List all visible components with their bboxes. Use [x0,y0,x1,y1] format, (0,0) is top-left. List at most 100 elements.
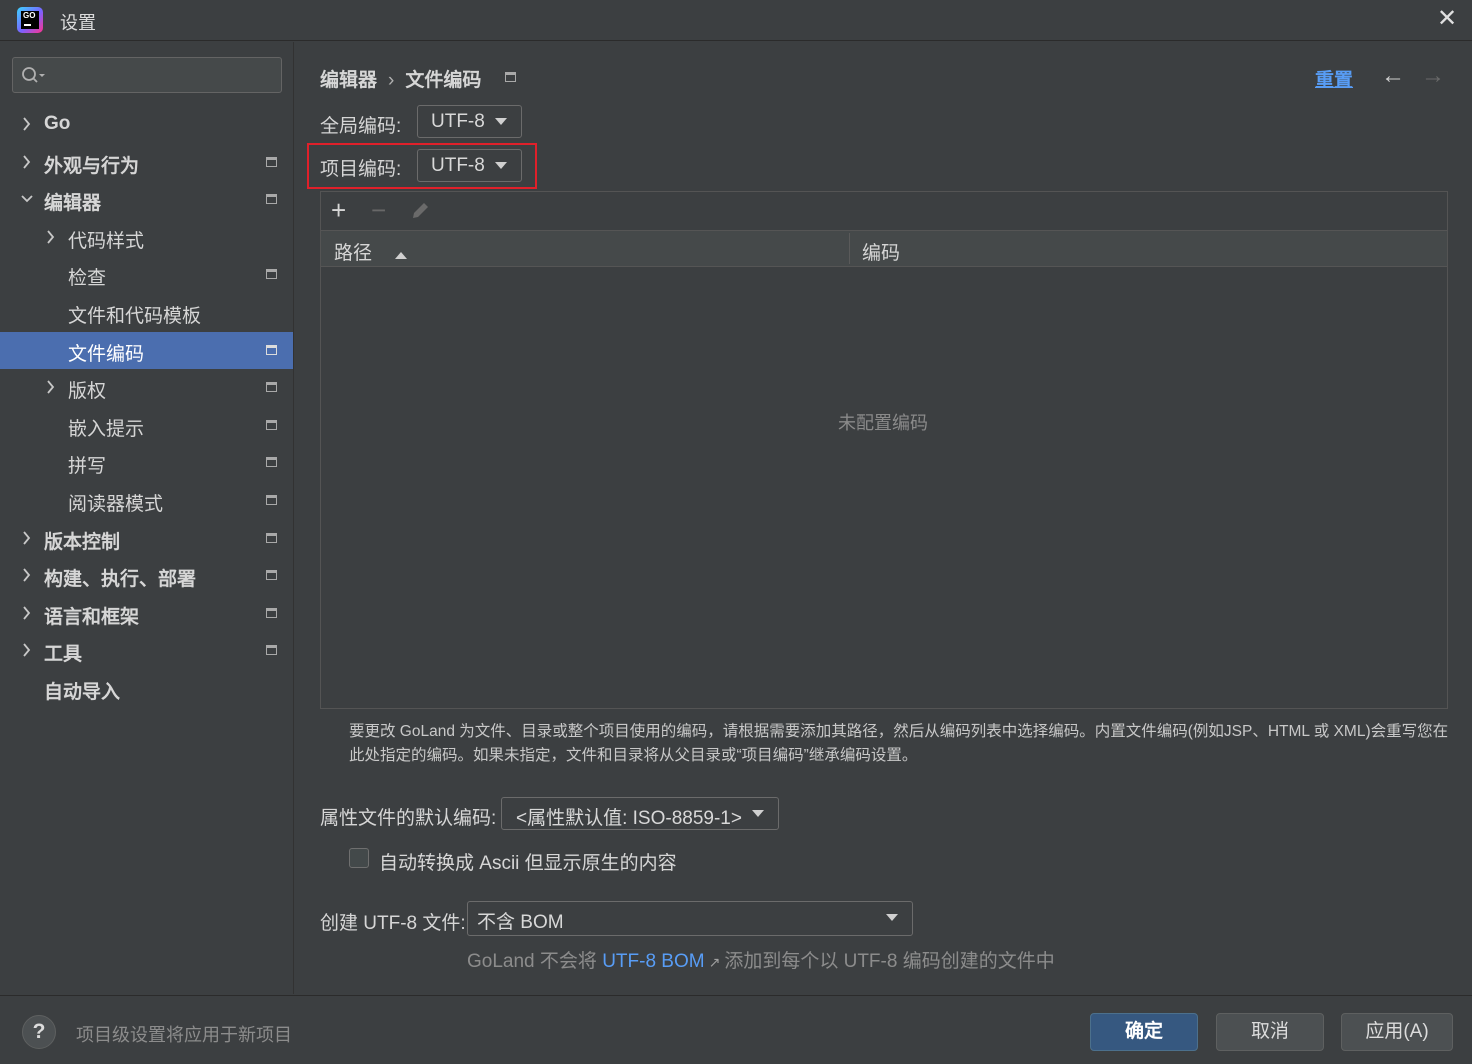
project-level-icon [266,570,277,580]
dialog-footer: ? 项目级设置将应用于新项目 确定 取消 应用(A) [0,995,1472,1064]
bom-label: 创建 UTF-8 文件: [320,913,466,934]
sidebar-item-label: 外观与行为 [44,156,140,177]
global-encoding-label: 全局编码: [320,116,402,137]
chevron-right-icon[interactable] [20,530,34,546]
settings-content: 编辑器 › 文件编码 重置 ← → 全局编码: UTF-8 项目编码: UTF-8 … [295,42,1472,994]
ok-button[interactable]: 确定 [1090,1013,1198,1051]
project-level-icon [266,382,277,392]
arrow-right-icon[interactable]: → [1421,62,1445,90]
sidebar-item[interactable]: 代码样式 [0,219,293,256]
chevron-right-icon[interactable] [20,154,34,170]
ascii-checkbox-label[interactable]: 自动转换成 Ascii 但显示原生的内容 [379,848,677,875]
search-icon [22,67,45,83]
pencil-icon[interactable] [409,199,431,227]
chevron-down-icon[interactable] [20,191,34,207]
sidebar-item-label: 文件编码 [68,344,145,365]
breadcrumb: 编辑器 › 文件编码 [320,65,481,92]
column-divider[interactable] [849,233,850,264]
help-icon[interactable]: ? [22,1015,56,1049]
sidebar-item-label: 编辑器 [44,193,102,214]
project-level-icon [505,72,516,82]
sidebar-item-label: 嵌入提示 [68,419,145,440]
footer-note: 项目级设置将应用于新项目 [76,1025,292,1045]
sidebar-item-label: 语言和框架 [44,607,140,628]
chevron-down-icon [752,810,764,817]
sidebar-item-label: Go [44,113,71,134]
sidebar-item-label: 代码样式 [68,231,145,252]
settings-search[interactable] [12,57,282,93]
sidebar-item[interactable]: 语言和框架 [0,595,293,632]
sidebar-item-label: 版本控制 [44,532,121,553]
breadcrumb-item-file-encoding: 文件编码 [405,70,482,91]
title-bar: GO 设置 ✕ [0,0,1472,41]
sidebar-item[interactable]: 文件编码 [0,332,293,369]
project-level-icon [266,533,277,543]
sidebar-item[interactable]: 嵌入提示 [0,407,293,444]
sidebar-item[interactable]: 构建、执行、部署 [0,557,293,594]
sidebar-item[interactable]: 检查 [0,256,293,293]
table-empty-text: 未配置编码 [838,413,928,433]
sort-ascending-icon [395,252,407,259]
help-text: 要更改 GoLand 为文件、目录或整个项目使用的编码，请根据需要添加其路径，然… [349,723,1449,764]
sidebar-item[interactable]: 阅读器模式 [0,482,293,519]
table-toolbar: + − [321,192,1447,229]
path-encoding-table: + − 路径 编码 未配置编码 [320,191,1448,709]
chevron-right-icon[interactable] [20,116,34,132]
search-input[interactable] [51,62,276,88]
remove-icon[interactable]: − [371,196,386,224]
ascii-checkbox[interactable] [349,848,369,868]
chevron-right-icon[interactable] [44,229,58,245]
reset-link[interactable]: 重置 [1315,65,1353,92]
sidebar-item[interactable]: 自动导入 [0,670,293,707]
sidebar-item[interactable]: 工具 [0,632,293,669]
sidebar-item-label: 工具 [44,644,83,665]
table-header: 路径 编码 [321,230,1447,267]
project-level-icon [266,495,277,505]
sidebar-item-label: 文件和代码模板 [68,306,202,327]
chevron-down-icon [886,914,898,921]
utf8-bom-link[interactable]: UTF-8 BOM [602,951,704,972]
sidebar-item[interactable]: Go [0,106,293,143]
sidebar-item[interactable]: 外观与行为 [0,144,293,181]
sidebar-item-label: 自动导入 [44,682,121,703]
properties-encoding-label: 属性文件的默认编码: [320,808,497,829]
sidebar-item[interactable]: 文件和代码模板 [0,294,293,331]
sidebar-item-label: 构建、执行、部署 [44,569,197,590]
project-level-icon [266,420,277,430]
sidebar-item-label: 阅读器模式 [68,494,164,515]
sidebar-item-label: 检查 [68,268,107,289]
apply-button[interactable]: 应用(A) [1341,1013,1453,1051]
sidebar-item[interactable]: 拼写 [0,444,293,481]
column-header-encoding[interactable]: 编码 [862,238,900,265]
chevron-right-icon[interactable] [20,567,34,583]
breadcrumb-separator: › [388,70,395,91]
sidebar-item[interactable]: 版本控制 [0,520,293,557]
sidebar-item[interactable]: 版权 [0,369,293,406]
cancel-button[interactable]: 取消 [1216,1013,1324,1051]
bom-combo[interactable]: 不含 BOM [467,901,913,936]
global-encoding-combo[interactable]: UTF-8 [417,105,522,138]
project-level-icon [266,345,277,355]
external-link-icon: ↗ [708,954,721,970]
project-level-icon [266,645,277,655]
goland-logo-icon: GO [17,7,43,33]
project-level-icon [266,269,277,279]
chevron-right-icon[interactable] [20,605,34,621]
chevron-right-icon[interactable] [44,379,58,395]
properties-encoding-combo[interactable]: <属性默认值: ISO-8859-1> [501,797,779,830]
chevron-down-icon [495,118,507,125]
sidebar-item-label: 版权 [68,381,107,402]
settings-sidebar: Go 外观与行为编辑器代码样式检查文件和代码模板 文件编码版权嵌入提示拼写阅读器模式… [0,42,294,994]
arrow-left-icon[interactable]: ← [1381,62,1405,90]
project-encoding-combo[interactable]: UTF-8 [417,149,522,182]
bom-note: GoLand 不会将 UTF-8 BOM ↗ 添加到每个以 UTF-8 编码创建的文… [467,951,1055,972]
add-icon[interactable]: + [331,196,346,224]
window-title: 设置 [60,13,96,33]
column-header-path[interactable]: 路径 [334,238,407,265]
sidebar-item[interactable]: 编辑器 [0,181,293,218]
sidebar-item-label: 拼写 [68,456,107,477]
close-icon[interactable]: ✕ [1436,7,1458,31]
breadcrumb-item-editor[interactable]: 编辑器 [320,70,377,91]
project-level-icon [266,608,277,618]
chevron-right-icon[interactable] [20,642,34,658]
